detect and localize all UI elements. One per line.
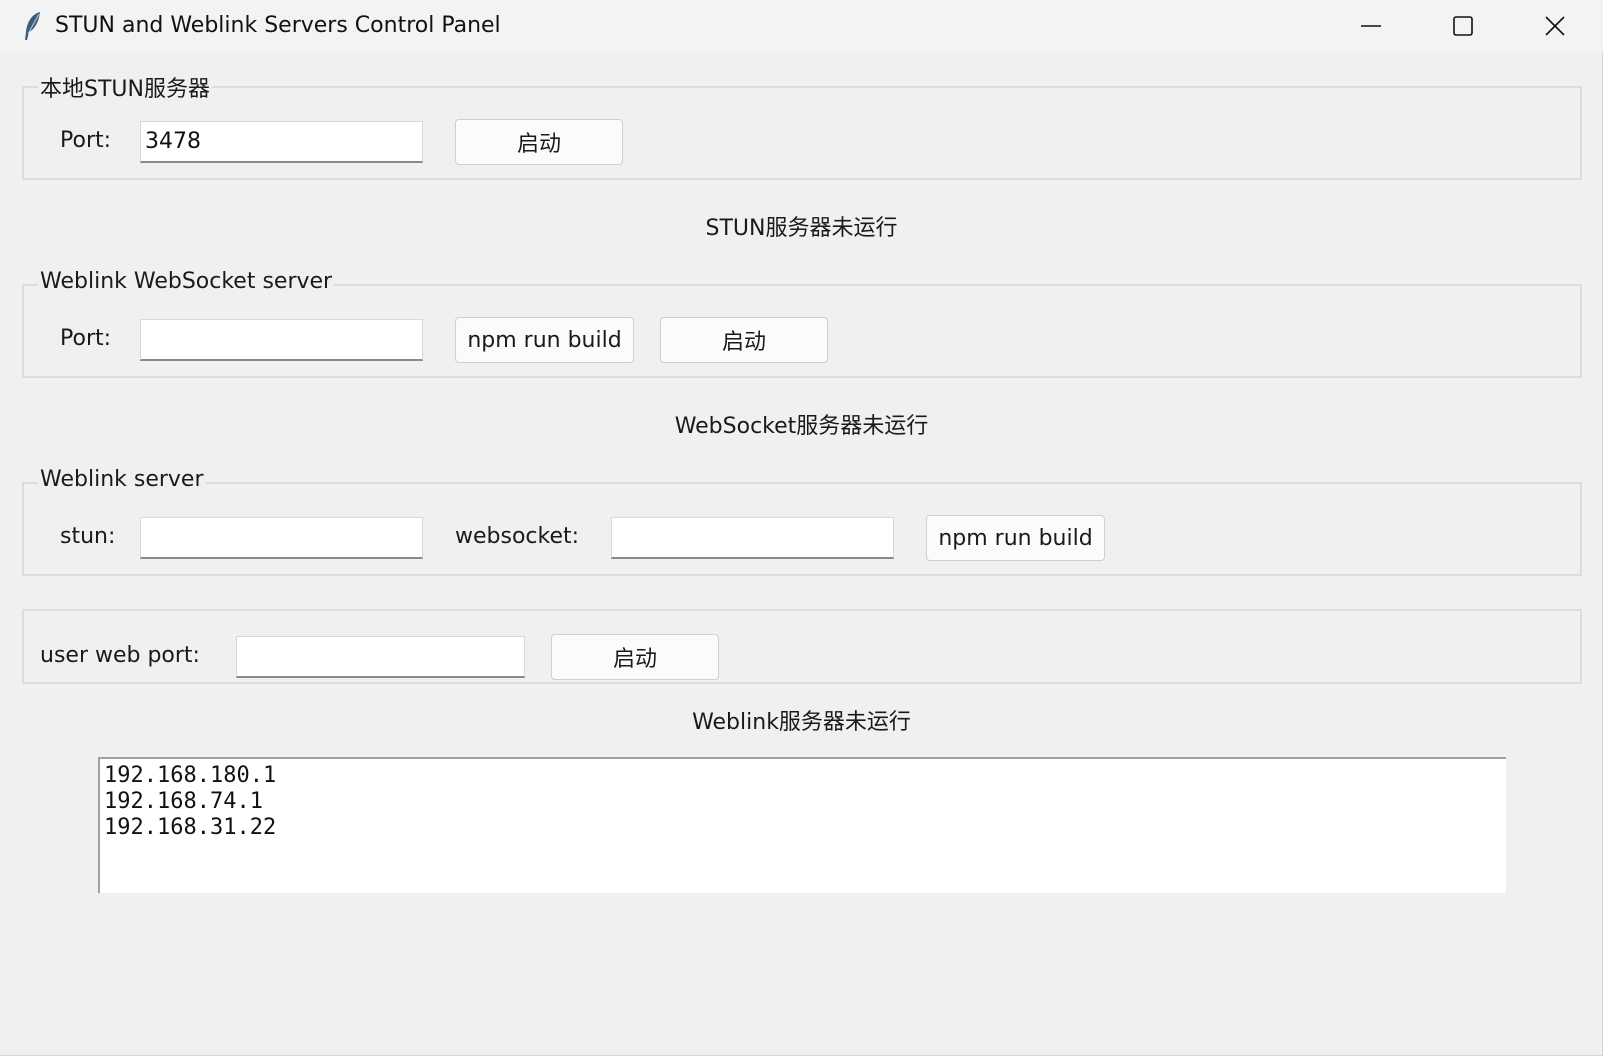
websocket-group-legend: Weblink WebSocket server [38,269,335,294]
stun-start-button[interactable]: 启动 [455,119,623,165]
stun-port-label: Port: [60,128,112,153]
user-web-start-button[interactable]: 启动 [551,634,719,680]
ip-address-line: 192.168.180.1 [104,763,277,788]
user-web-group: user web port: 启动 [22,609,1582,684]
stun-status-text: STUN服务器未运行 [705,216,898,241]
ip-address-line: 192.168.31.22 [104,815,277,840]
ip-address-line: 192.168.74.1 [104,789,263,814]
weblink-server-group: Weblink server stun: websocket: npm run … [22,467,1582,576]
weblink-status-text: Weblink服务器未运行 [692,710,911,735]
stun-address-label: stun: [60,524,116,549]
user-web-port-input[interactable] [236,636,525,678]
title-bar[interactable]: STUN and Weblink Servers Control Panel [0,0,1603,52]
weblink-group-legend: Weblink server [38,467,206,492]
user-web-port-label: user web port: [40,643,200,668]
minimize-button[interactable] [1325,0,1417,52]
websocket-address-label: websocket: [455,524,580,549]
app-window: STUN and Weblink Servers Control Panel 本… [0,0,1603,1056]
websocket-port-label: Port: [60,326,112,351]
websocket-address-input[interactable] [611,517,894,559]
websocket-status-text: WebSocket服务器未运行 [674,414,929,439]
maximize-icon [1453,16,1473,36]
maximize-button[interactable] [1417,0,1509,52]
close-button[interactable] [1509,0,1601,52]
websocket-port-input[interactable] [140,319,423,361]
ip-address-textbox[interactable]: 192.168.180.1 192.168.74.1 192.168.31.22 [98,757,1506,893]
window-title: STUN and Weblink Servers Control Panel [55,13,501,38]
stun-port-input[interactable] [140,121,423,163]
websocket-server-group: Weblink WebSocket server Port: npm run b… [22,269,1582,378]
stun-server-group: 本地STUN服务器 Port: 启动 [22,71,1582,180]
stun-address-input[interactable] [140,517,423,559]
websocket-start-button[interactable]: 启动 [660,317,828,363]
websocket-build-button[interactable]: npm run build [455,317,634,363]
stun-group-legend: 本地STUN服务器 [38,71,212,103]
minimize-icon [1361,25,1381,27]
close-icon [1545,16,1565,36]
weblink-build-button[interactable]: npm run build [926,515,1105,561]
feather-icon [22,10,44,42]
